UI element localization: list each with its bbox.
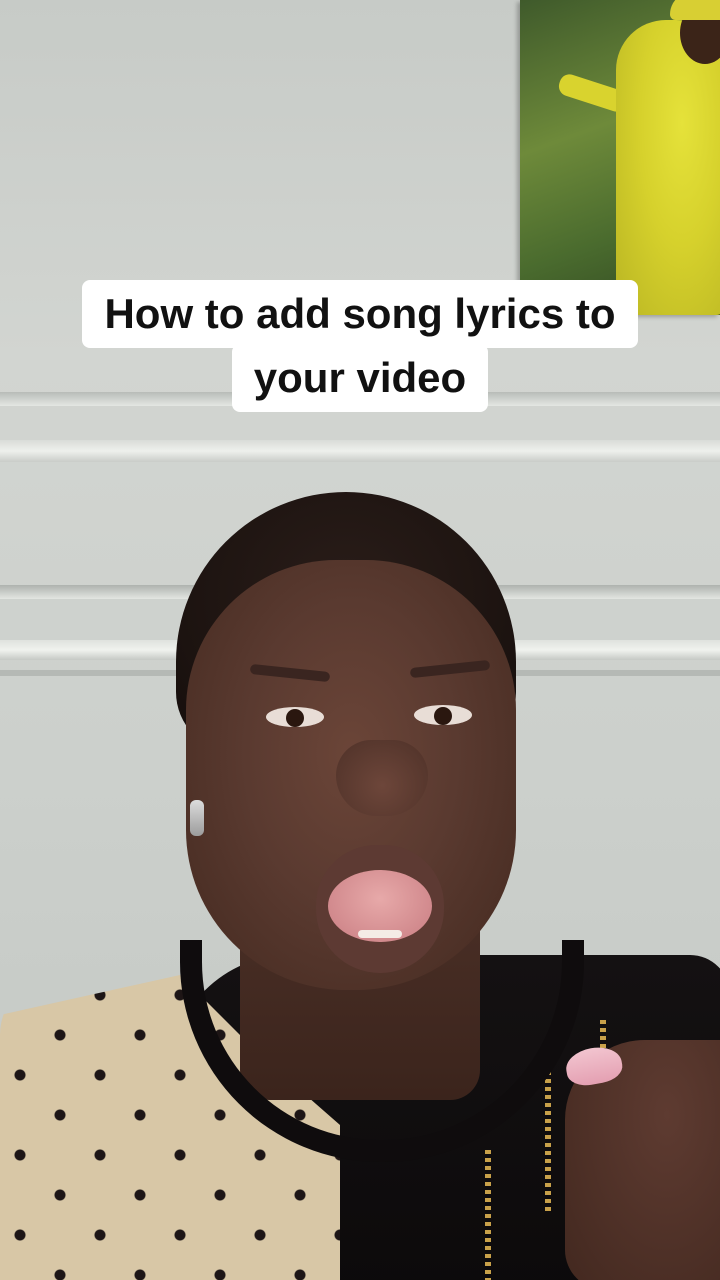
- wall-poster: [520, 0, 720, 315]
- person-teeth: [358, 930, 402, 938]
- person-nose: [336, 740, 428, 816]
- caption-line-1: How to add song lyrics to: [82, 280, 638, 348]
- poster-figure: [616, 20, 720, 315]
- person-eye: [414, 705, 472, 725]
- video-caption: How to add song lyrics to your video: [0, 280, 720, 412]
- video-frame: How to add song lyrics to your video: [0, 0, 720, 1280]
- wall-moulding: [0, 440, 720, 462]
- poster-figure-hat: [670, 0, 720, 20]
- person-eye: [266, 707, 324, 727]
- caption-line-2: your video: [231, 344, 489, 412]
- shirt-embellishment: [485, 1150, 491, 1280]
- earring: [190, 800, 204, 836]
